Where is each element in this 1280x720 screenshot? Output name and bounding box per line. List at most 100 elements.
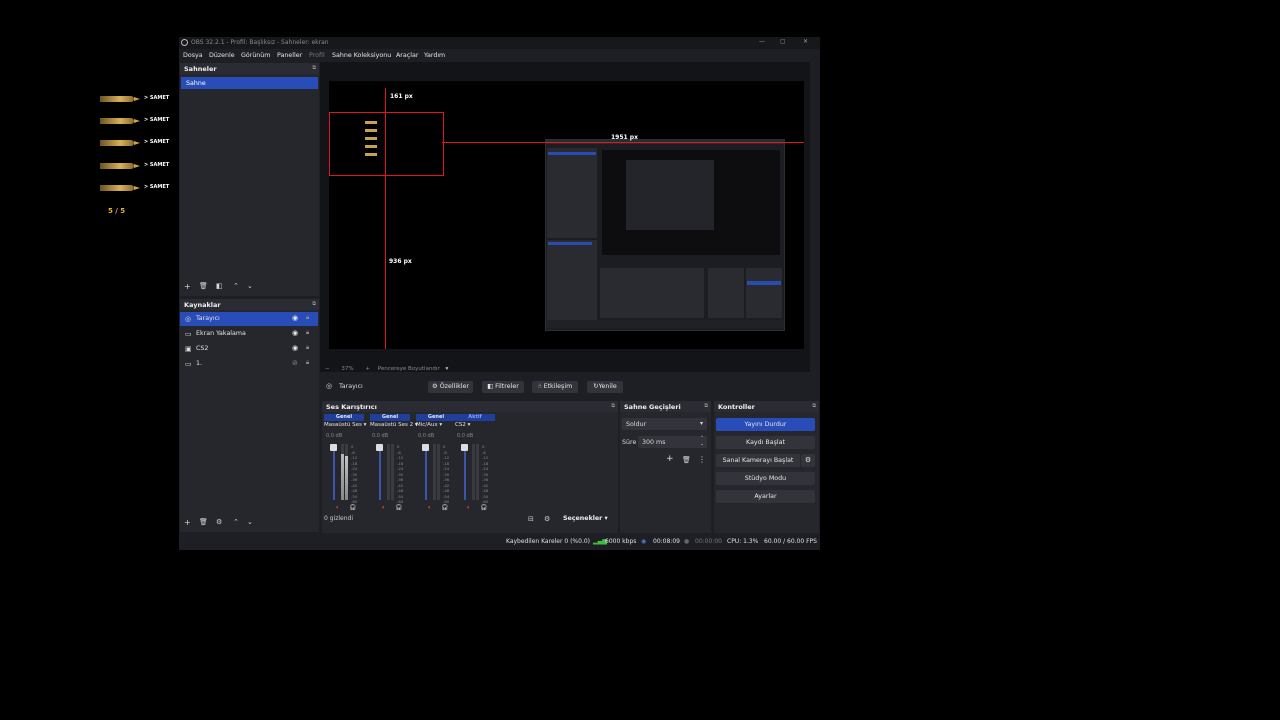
meter-scale: 0 -6 -12 -18 -24 -30 -36 -42 -48 -54 -60: [351, 444, 357, 505]
properties-button[interactable]: ⚙ Özellikler: [428, 381, 473, 393]
mixer-layout-icon[interactable]: ⊟: [528, 515, 534, 523]
move-down-button[interactable]: ⌄: [247, 518, 253, 526]
undock-icon[interactable]: ⧉: [312, 301, 316, 307]
lock-icon[interactable]: 🔒︎: [306, 314, 309, 322]
move-up-button[interactable]: ⌃: [233, 282, 239, 290]
interact-button[interactable]: ☝ Etkileşim: [532, 381, 578, 393]
start-recording-button[interactable]: Kaydı Başlat: [716, 436, 815, 449]
volume-slider[interactable]: [464, 444, 466, 500]
maximize-icon[interactable]: ▢: [780, 38, 786, 45]
volume-knob[interactable]: [422, 444, 429, 451]
source-item-browser[interactable]: ◎ Tarayıcı ◉ 🔒︎: [180, 312, 318, 326]
studio-mode-button[interactable]: Stüdyo Modu: [716, 472, 815, 485]
scale-tick: -12: [351, 455, 358, 460]
hidden-count: 0 gizlendi: [324, 515, 353, 522]
selection-box[interactable]: [329, 112, 444, 176]
window-title: OBS 32.2.1 - Profil: Başlıksız - Sahnele…: [191, 39, 329, 46]
menu-tools[interactable]: Araçlar: [396, 52, 418, 59]
hidden-eye-icon[interactable]: ⊘: [292, 359, 298, 367]
mixer-options-button[interactable]: Seçenekler ▾: [563, 515, 608, 522]
menu-help[interactable]: Yardım: [424, 52, 445, 59]
scene-filters-button[interactable]: ◧: [216, 282, 223, 290]
volume-knob[interactable]: [330, 444, 337, 451]
channel-name[interactable]: CS2 ▾: [455, 422, 470, 428]
lock-icon[interactable]: 🔒︎: [306, 359, 309, 367]
filters-button[interactable]: ◧ Filtreler: [482, 381, 524, 393]
mixer-settings-icon[interactable]: ⚙: [544, 515, 550, 523]
kill-count: 5 / 5: [108, 207, 126, 215]
kill-row: > SAMET: [98, 157, 170, 177]
channel-name[interactable]: Masaüstü Ses 2 ▾: [370, 422, 418, 428]
lock-icon[interactable]: 🔒︎: [306, 344, 309, 352]
move-up-button[interactable]: ⌃: [233, 518, 239, 526]
preview-canvas[interactable]: 161 px 1951 px 936 px: [329, 81, 804, 349]
volume-knob[interactable]: [376, 444, 383, 451]
remove-transition-button[interactable]: 🗑: [682, 456, 691, 464]
scale-tick: -24: [482, 466, 489, 471]
monitor-headphones-icon[interactable]: 🎧︎: [480, 504, 488, 511]
bitrate: 6000 kbps: [605, 538, 637, 545]
add-source-button[interactable]: +: [184, 518, 191, 527]
monitor-headphones-icon[interactable]: 🎧︎: [395, 504, 403, 511]
scene-item-sahne[interactable]: Sahne: [181, 77, 318, 89]
mute-icon[interactable]: 🔈︎: [336, 504, 340, 512]
zoom-controls[interactable]: − 37% + Pencereye Boyutlandır ▾: [325, 366, 448, 372]
more-options-icon[interactable]: ⋮: [698, 455, 706, 464]
source-item-cs2[interactable]: ▣ CS2 ◉ 🔒︎: [180, 342, 318, 356]
mixer-channel-desktop: Genel Masaüstü Ses ▾ 0.0 dB 0 -6 -12 -18 -24…: [324, 414, 367, 512]
volume-knob[interactable]: [461, 444, 468, 451]
scale-tick: -48: [397, 488, 404, 493]
volume-slider[interactable]: [333, 444, 335, 500]
menu-view[interactable]: Görünüm: [241, 52, 270, 59]
mute-icon[interactable]: 🔈︎: [382, 504, 386, 512]
remove-scene-button[interactable]: 🗑: [199, 282, 208, 290]
undock-icon[interactable]: ⧉: [704, 403, 708, 409]
add-transition-button[interactable]: +: [666, 454, 674, 464]
start-virtual-camera-button[interactable]: Sanal Kamerayı Başlat: [716, 454, 800, 467]
minimize-icon[interactable]: —: [759, 38, 765, 45]
monitor-icon: ▭: [185, 330, 192, 338]
channel-name[interactable]: Masaüstü Ses ▾: [324, 422, 366, 428]
undock-icon[interactable]: ⧉: [312, 65, 316, 71]
remove-source-button[interactable]: 🗑: [199, 518, 208, 526]
lock-icon[interactable]: 🔒︎: [306, 329, 309, 337]
monitor-headphones-icon[interactable]: 🎧︎: [441, 504, 449, 511]
close-icon[interactable]: ✕: [803, 38, 808, 45]
refresh-button[interactable]: ↻Yenile: [587, 381, 623, 393]
scale-tick: -24: [443, 466, 450, 471]
undock-icon[interactable]: ⧉: [812, 403, 816, 409]
undock-icon[interactable]: ⧉: [611, 403, 615, 409]
channel-name[interactable]: Mic/Aux ▾: [416, 422, 442, 428]
zoom-fit-select[interactable]: Pencereye Boyutlandır: [378, 366, 440, 372]
monitor-headphones-icon[interactable]: 🎧︎: [349, 504, 357, 511]
visibility-icon[interactable]: ◉: [292, 344, 298, 352]
visibility-icon[interactable]: ◉: [292, 329, 298, 337]
stop-streaming-button[interactable]: Yayını Durdur: [716, 418, 815, 431]
transition-select[interactable]: Soldur ▾: [622, 418, 707, 430]
virtual-camera-settings-button[interactable]: ⚙: [801, 454, 815, 467]
volume-slider[interactable]: [425, 444, 427, 500]
mute-icon[interactable]: 🔈︎: [428, 504, 432, 512]
menu-scene-collection[interactable]: Sahne Koleksiyonu: [332, 52, 391, 59]
zoom-out-icon[interactable]: −: [325, 366, 330, 372]
source-item-1[interactable]: ▭ 1. ⊘ 🔒︎: [180, 357, 318, 371]
menu-profile[interactable]: Profil: [309, 52, 325, 59]
visibility-icon[interactable]: ◉: [292, 314, 298, 322]
menu-docks[interactable]: Paneller: [277, 52, 302, 59]
scale-tick: -36: [482, 477, 489, 482]
menu-edit[interactable]: Düzenle: [209, 52, 235, 59]
source-properties-button[interactable]: ⚙: [216, 518, 222, 526]
settings-button[interactable]: Ayarlar: [716, 490, 815, 503]
volume-slider[interactable]: [379, 444, 381, 500]
mute-icon[interactable]: 🔈︎: [467, 504, 471, 512]
chevron-down-icon: ▾: [699, 420, 703, 427]
menu-file[interactable]: Dosya: [183, 52, 203, 59]
add-scene-button[interactable]: +: [184, 282, 191, 291]
stepper-icon[interactable]: ⌃ ⌄: [700, 436, 704, 448]
zoom-level: 37%: [341, 366, 354, 372]
duration-input[interactable]: 300 ms ⌃ ⌄: [638, 436, 707, 448]
zoom-in-icon[interactable]: +: [365, 366, 370, 372]
chevron-down-icon[interactable]: ▾: [445, 366, 448, 372]
move-down-button[interactable]: ⌄: [247, 282, 253, 290]
source-item-screen-capture[interactable]: ▭ Ekran Yakalama ◉ 🔒︎: [180, 327, 318, 341]
